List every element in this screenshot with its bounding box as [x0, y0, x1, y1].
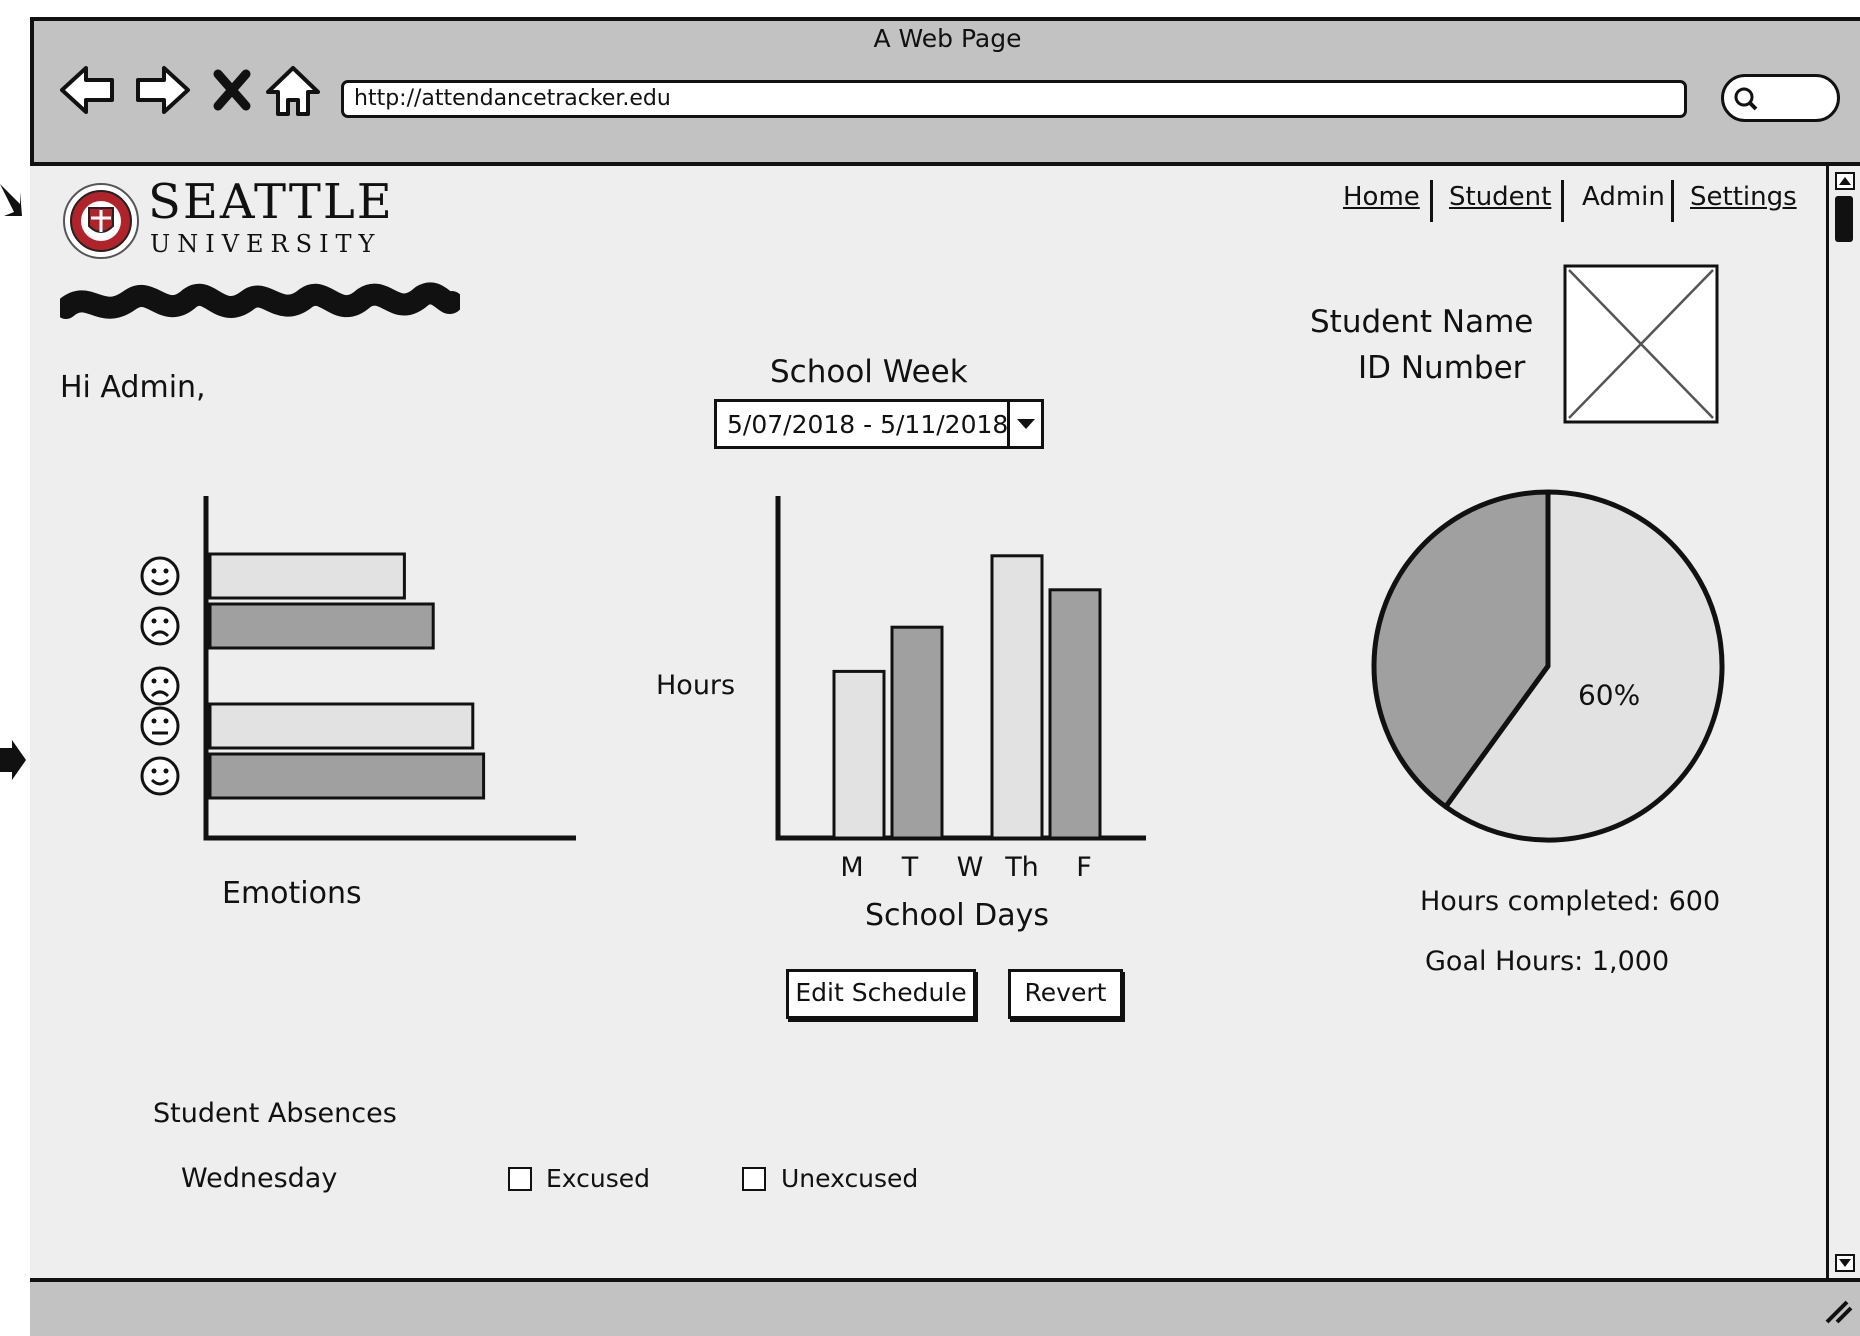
week-dropdown[interactable]: 5/07/2018 - 5/11/2018	[714, 399, 1044, 449]
window-title: A Web Page	[873, 24, 1022, 53]
scroll-thumb[interactable]	[1835, 196, 1853, 242]
emotions-chart	[140, 496, 576, 841]
hours-pie-chart: 60%	[1371, 489, 1725, 843]
hours-completed-text: Hours completed: 600	[1420, 886, 1721, 917]
nav-separator	[1561, 180, 1564, 222]
resize-grip-icon[interactable]	[1823, 1298, 1853, 1324]
smile-face-icon	[140, 556, 180, 596]
school-days-axis-label: School Days	[865, 898, 1049, 933]
hours-bar	[1048, 588, 1102, 840]
goal-hours-text: Goal Hours: 1,000	[1425, 946, 1670, 977]
nav-home[interactable]: Home	[1343, 182, 1420, 212]
emotion-bar	[208, 602, 435, 650]
home-icon[interactable]	[264, 62, 322, 118]
week-dropdown-value: 5/07/2018 - 5/11/2018	[727, 410, 1009, 439]
url-input[interactable]: http://attendancetracker.edu	[341, 80, 1687, 118]
neutral-face-icon	[140, 706, 180, 746]
student-id-label: ID Number	[1358, 350, 1526, 386]
excused-checkbox[interactable]	[508, 1167, 532, 1191]
day-tick-label: T	[901, 852, 919, 883]
hours-bar	[832, 669, 886, 840]
student-name-label: Student Name	[1310, 304, 1534, 340]
hours-bar	[990, 554, 1044, 840]
revert-button[interactable]: Revert	[1008, 969, 1123, 1019]
search-icon	[1734, 87, 1758, 111]
hours-chart: M T W Th F	[775, 496, 1146, 883]
unexcused-label: Unexcused	[781, 1164, 919, 1193]
unexcused-checkbox[interactable]	[742, 1167, 766, 1191]
scroll-up-icon[interactable]	[1835, 172, 1855, 190]
nav-settings[interactable]: Settings	[1690, 182, 1797, 212]
redacted-scribble	[60, 282, 460, 319]
status-bar	[30, 1282, 1860, 1336]
smile-face-icon	[140, 756, 180, 796]
excused-label: Excused	[546, 1164, 651, 1193]
greeting-text: Hi Admin,	[60, 370, 206, 405]
browser-search-field[interactable]	[1721, 74, 1840, 122]
back-arrow-icon[interactable]	[58, 62, 116, 118]
pie-slice-label: 60%	[1578, 679, 1640, 712]
student-photo-placeholder	[1563, 264, 1719, 424]
day-tick-label: W	[957, 852, 984, 883]
chevron-down-icon[interactable]	[1015, 416, 1037, 432]
emotion-bar	[208, 752, 486, 800]
frown-face-icon	[140, 666, 180, 706]
logo-wordmark: SEATTLE	[148, 174, 394, 230]
day-tick-label: Th	[1004, 852, 1039, 883]
nav-separator	[1430, 180, 1433, 222]
absence-day: Wednesday	[181, 1163, 338, 1194]
logo-subtitle: UNIVERSITY	[150, 230, 382, 258]
emotions-axis-label: Emotions	[222, 876, 362, 911]
hours-bar	[890, 625, 944, 840]
absences-title: Student Absences	[153, 1098, 397, 1129]
vertical-scrollbar[interactable]	[1826, 162, 1860, 1282]
scroll-down-icon[interactable]	[1835, 1254, 1855, 1272]
forward-arrow-icon[interactable]	[134, 62, 192, 118]
nav-separator	[1671, 180, 1674, 222]
university-seal-icon	[63, 183, 139, 259]
week-selector-label: School Week	[770, 354, 968, 390]
emotion-bar	[208, 552, 406, 600]
nav-student[interactable]: Student	[1449, 182, 1551, 212]
annotation-arrow-icon	[0, 184, 22, 216]
stop-x-icon[interactable]	[210, 62, 254, 118]
annotation-arrow-icon	[0, 740, 26, 780]
emotion-bar	[208, 702, 475, 750]
frown-face-icon	[140, 606, 180, 646]
nav-admin[interactable]: Admin	[1582, 182, 1665, 212]
day-tick-label: F	[1076, 852, 1092, 883]
hours-axis-label: Hours	[656, 670, 736, 701]
day-tick-label: M	[840, 852, 863, 883]
edit-schedule-button[interactable]: Edit Schedule	[786, 969, 976, 1019]
dropdown-divider	[1007, 402, 1010, 446]
